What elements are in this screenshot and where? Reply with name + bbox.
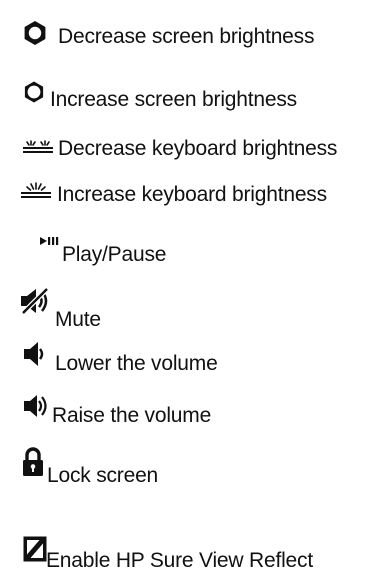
list-item: Play/Pause	[0, 236, 387, 276]
list-item-label: Increase screen brightness	[50, 88, 297, 111]
brightness-down-icon	[24, 21, 46, 45]
list-item: Increase screen brightness	[0, 80, 387, 120]
volume-down-icon	[24, 342, 44, 366]
action-key-list: Decrease screen brightness Increase scre…	[0, 0, 387, 583]
list-item: Lower the volume	[0, 340, 387, 380]
list-item: Increase keyboard brightness	[0, 180, 387, 220]
list-item: Decrease keyboard brightness	[0, 137, 387, 178]
list-item-label: Decrease keyboard brightness	[58, 137, 338, 160]
list-item-label: Mute	[55, 308, 101, 331]
list-item-label: Enable HP Sure View Reflect	[46, 549, 313, 572]
play-pause-icon	[40, 237, 59, 245]
list-item: Raise the volume	[0, 393, 387, 433]
brightness-up-icon	[24, 81, 44, 103]
list-item-label: Increase keyboard brightness	[57, 183, 327, 206]
list-item-label: Decrease screen brightness	[58, 25, 315, 48]
list-item: Lock screen	[0, 447, 387, 487]
keyboard-backlight-down-icon	[23, 140, 53, 153]
lock-icon	[23, 447, 43, 476]
list-item-label: Raise the volume	[52, 404, 212, 427]
mute-icon	[21, 287, 49, 315]
privacy-screen-icon	[23, 536, 47, 562]
list-item: Enable HP Sure View Reflect	[0, 536, 387, 576]
list-item-label: Play/Pause	[62, 243, 167, 266]
list-item: Decrease screen brightness	[0, 18, 387, 58]
list-item: Mute	[0, 286, 387, 331]
list-item-label: Lower the volume	[55, 352, 218, 375]
keyboard-backlight-up-icon	[21, 182, 51, 198]
list-item-label: Lock screen	[47, 464, 159, 487]
volume-up-icon	[24, 395, 47, 417]
